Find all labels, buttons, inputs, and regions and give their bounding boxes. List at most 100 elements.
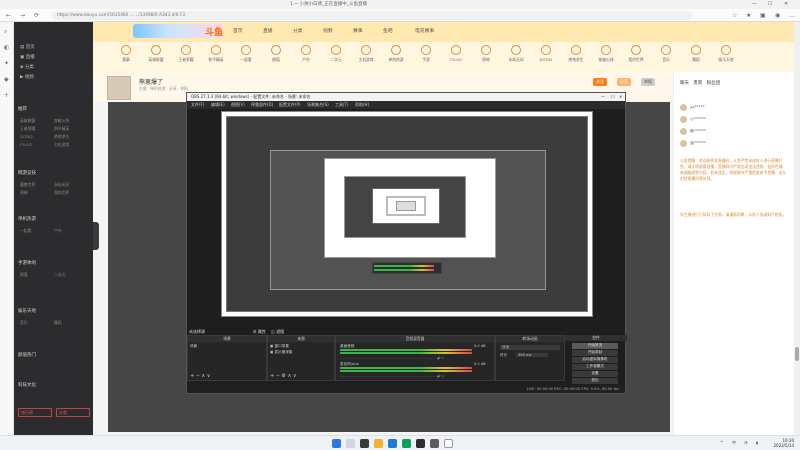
category-item[interactable]: 绝地求生 (561, 45, 591, 63)
category-item[interactable]: 一起看 (231, 45, 261, 63)
obs-menu-item[interactable]: 帮助(H) (355, 102, 369, 108)
nav-item[interactable]: 二次元 (54, 272, 65, 278)
refresh-icon[interactable]: ⟳ (34, 12, 39, 19)
volume-slider[interactable]: ———————————————————————————————— 🔊 ⚙ (340, 356, 444, 360)
nav-item[interactable]: 王者荣耀 (20, 126, 35, 132)
address-input[interactable]: https://www.douyu.com/5635460 ……/13498/0… (52, 11, 692, 20)
copilot-icon[interactable]: ◐ (4, 44, 9, 51)
system-clock[interactable]: 16:30 2023/5/14 (773, 438, 794, 448)
maximize-button[interactable]: ☐ (768, 1, 772, 7)
category-item[interactable]: 舞蹈 (681, 45, 711, 63)
chat-user[interactable]: 小****** (680, 116, 706, 123)
store-icon[interactable] (402, 439, 411, 448)
header-nav-item[interactable]: 直播 (263, 27, 273, 34)
category-item[interactable]: 赛事 (111, 45, 141, 63)
nav-home[interactable]: ▤ 首页 (20, 44, 35, 50)
volume-slider[interactable]: ———————————————————————————————— 🔊 ⚙ (340, 374, 444, 378)
header-nav-item[interactable]: 首页 (233, 27, 243, 34)
chat-user[interactable]: 萌****** (680, 140, 706, 147)
nav-group-mobile[interactable]: 手游休闲 (18, 260, 36, 266)
app-icon[interactable] (444, 439, 453, 448)
chat-tab[interactable]: 贵宾 (693, 81, 702, 86)
category-item[interactable]: CS:GO (441, 45, 471, 62)
nav-item[interactable]: DOTA2 (20, 134, 33, 139)
forward-icon[interactable]: → (20, 12, 25, 19)
nav-item[interactable]: 穿越火线 (54, 118, 69, 124)
obs-preview[interactable] (221, 111, 593, 317)
streamer-avatar[interactable] (107, 76, 131, 100)
category-item[interactable]: 单机热游 (381, 45, 411, 63)
profile-icon[interactable]: ◉ (775, 12, 780, 19)
nav-item[interactable]: 颜值 (20, 272, 28, 278)
nav-group-ent[interactable]: 娱乐天地 (18, 308, 36, 314)
nav-item[interactable]: 音乐 (20, 320, 28, 326)
category-item[interactable]: DOTA2 (531, 45, 561, 62)
studio-mode-button[interactable]: 工作室模式 (572, 364, 618, 370)
nav-video[interactable]: ▶ 视频 (20, 74, 34, 80)
settings-button[interactable]: 设置 (572, 371, 618, 377)
obs-taskbar-icon[interactable] (416, 439, 425, 448)
wifi-icon[interactable]: ◔ (744, 440, 748, 445)
collections-icon[interactable]: ▣ (760, 12, 766, 19)
more-icon[interactable]: … (789, 12, 795, 19)
obs-menu-item[interactable]: 配置文件(P) (279, 102, 301, 108)
category-item[interactable]: 娱乐天地 (711, 45, 741, 63)
scene-controls[interactable]: + − ∧ ∨ (190, 373, 210, 379)
nav-item[interactable]: 主机游戏 (54, 142, 69, 148)
category-item[interactable]: 穿越火线 (591, 45, 621, 63)
share-button[interactable]: 分享 (617, 78, 631, 86)
search-icon[interactable] (346, 439, 355, 448)
nav-group-online[interactable]: 网游竞技 (18, 170, 36, 176)
start-recording-button[interactable]: 开始录制 (572, 350, 618, 356)
obs-menu-item[interactable]: 工具(T) (335, 102, 349, 108)
nav-item[interactable]: 永劫无间 (54, 182, 69, 188)
header-nav-item[interactable]: 电竞赛事 (415, 27, 434, 34)
nav-item[interactable]: 原神 (20, 190, 28, 196)
tray-overflow-icon[interactable]: ^ (720, 440, 723, 445)
nav-item[interactable]: 绝地求生 (54, 134, 69, 140)
add-icon[interactable]: + (4, 92, 9, 99)
exit-button[interactable]: 退出 (572, 378, 618, 384)
nav-item[interactable]: 和平精英 (54, 126, 69, 132)
games-icon[interactable]: ◆ (4, 76, 9, 83)
category-button[interactable]: 分类 (56, 408, 90, 417)
nav-item[interactable]: 英雄联盟 (20, 118, 35, 124)
category-item[interactable]: 颜值 (261, 45, 291, 63)
category-item[interactable]: 永劫无间 (501, 45, 531, 63)
category-item[interactable]: 音乐 (651, 45, 681, 63)
category-item[interactable]: 主机游戏 (351, 45, 381, 63)
nav-group-tech[interactable]: 科技文化 (18, 382, 36, 388)
obs-menu-item[interactable]: 场景集合(S) (307, 102, 329, 108)
category-item[interactable]: 我的世界 (621, 45, 651, 63)
nav-item[interactable]: 一起看 (20, 228, 31, 234)
nav-group-beauty[interactable]: 颜值热门 (18, 352, 36, 358)
volume-icon[interactable]: ◖ (756, 440, 758, 445)
source-item[interactable]: ▣ 窗口采集 (270, 344, 289, 349)
page-scrollbar[interactable] (794, 22, 800, 435)
category-item[interactable]: 户外 (291, 45, 321, 63)
chat-tab[interactable]: 聊天 (680, 81, 689, 86)
obs-close[interactable]: ✕ (619, 94, 622, 99)
nav-item[interactable]: 舞蹈 (54, 320, 62, 326)
nav-item[interactable]: 魔兽世界 (20, 182, 35, 188)
duration-input[interactable]: 300 ms (516, 353, 548, 357)
source-controls[interactable]: + − ⚙ ∧ ∨ (270, 373, 297, 379)
taskview-icon[interactable] (360, 439, 369, 448)
header-nav-item[interactable]: 视频 (323, 27, 333, 34)
obs-menu-item[interactable]: 编辑(E) (211, 102, 225, 108)
close-button[interactable]: ✕ (784, 1, 788, 7)
obs-menu-item[interactable]: 文件(F) (191, 102, 204, 108)
header-nav-item[interactable]: 分类 (293, 27, 303, 34)
category-item[interactable]: 二次元 (321, 45, 351, 63)
app-icon[interactable] (430, 439, 439, 448)
obs-menu-item[interactable]: 停靠部件(D) (251, 102, 273, 108)
nav-live[interactable]: ▣ 直播 (20, 54, 35, 60)
start-icon[interactable] (332, 439, 341, 448)
nav-category[interactable]: ◈ 分类 (20, 64, 34, 70)
category-item[interactable]: 原神 (471, 45, 501, 63)
favorites-icon[interactable]: ★ (746, 12, 751, 19)
category-item[interactable]: 和平精英 (201, 45, 231, 63)
scrollbar-thumb[interactable] (795, 347, 799, 361)
nav-item[interactable]: CS:GO (20, 142, 32, 147)
site-logo[interactable]: 斗鱼 (205, 25, 223, 38)
